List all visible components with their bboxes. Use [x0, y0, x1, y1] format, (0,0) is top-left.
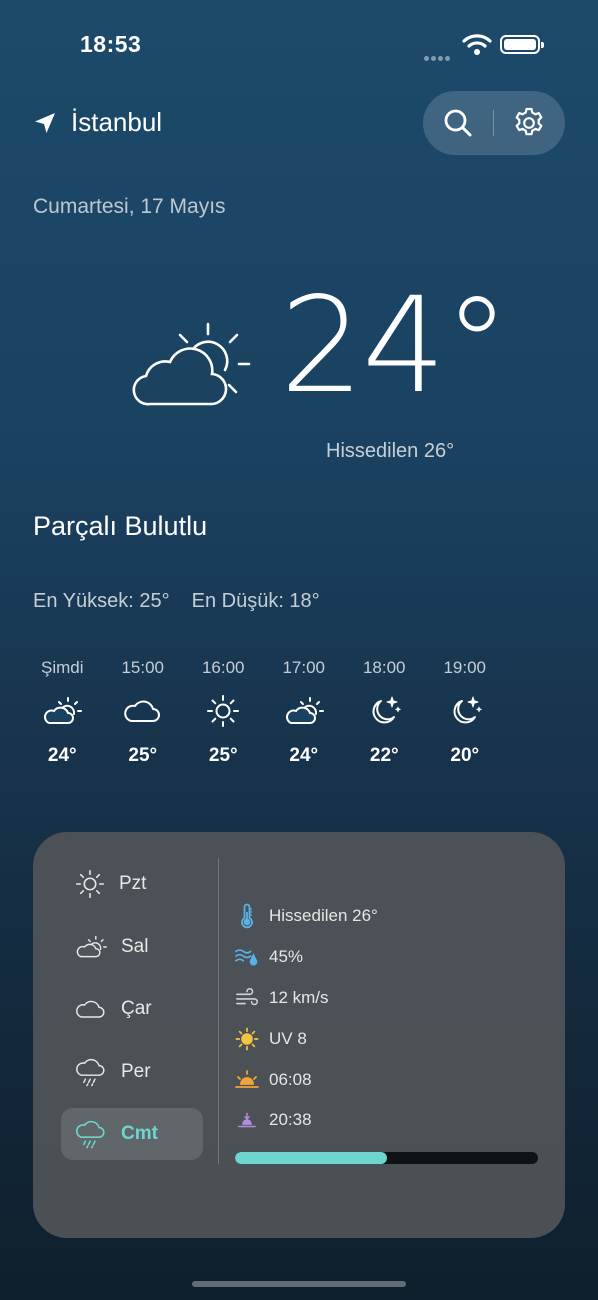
panel-divider	[218, 858, 219, 1164]
hourly-time: 18:00	[362, 658, 406, 677]
progress-fill	[235, 1152, 387, 1164]
detail-humidity: 45%	[235, 937, 541, 978]
hourly-item: 15:00 25°	[103, 655, 184, 767]
moon-stars-icon	[366, 689, 402, 733]
hourly-temp: 22°	[369, 745, 399, 766]
day-details: Hissedilen 26° 45% 12 km/s UV 8 06:08 20…	[235, 896, 541, 1141]
detail-text: 06:08	[269, 1069, 312, 1089]
battery-icon	[500, 35, 544, 54]
sunset-icon	[235, 1108, 259, 1132]
detail-sunrise: 06:08	[235, 1059, 541, 1100]
search-icon	[444, 109, 472, 137]
home-indicator[interactable]	[192, 1281, 406, 1287]
progress-track	[235, 1152, 538, 1164]
current-temperature: 24°	[280, 269, 510, 423]
hourly-temp: 20°	[450, 745, 480, 766]
detail-uv: UV 8	[235, 1018, 541, 1059]
search-button[interactable]	[423, 91, 493, 155]
hourly-temp: 25°	[128, 745, 158, 766]
cloud-icon	[123, 689, 163, 733]
rain-icon	[76, 1058, 105, 1086]
hourly-item: 18:00 22°	[344, 655, 425, 767]
detail-sunset: 20:38	[235, 1100, 541, 1141]
partly-cloudy-icon	[132, 322, 251, 406]
location-arrow-icon	[35, 112, 55, 133]
settings-button[interactable]	[494, 91, 564, 155]
location[interactable]: İstanbul	[33, 107, 162, 138]
current-date: Cumartesi, 17 Mayıs	[33, 195, 226, 218]
status-time: 18:53	[80, 31, 142, 57]
sun-icon	[75, 869, 105, 899]
status-bar: 18:53	[0, 0, 598, 90]
hourly-time: 16:00	[201, 658, 245, 677]
day-item-pzt[interactable]: Pzt	[61, 858, 203, 910]
rain-icon	[76, 1120, 105, 1149]
day-label: Pzt	[119, 873, 147, 894]
moon-stars-icon	[447, 689, 483, 733]
hourly-item: 17:00 24°	[264, 655, 345, 767]
hourly-time: 17:00	[282, 658, 326, 677]
day-label: Sal	[121, 935, 149, 957]
detail-text: 12 km/s	[269, 987, 329, 1007]
high-low: En Yüksek: 25° En Düşük: 18°	[33, 590, 320, 613]
hourly-temp: 24°	[47, 745, 77, 766]
detail-feels-like: Hissedilen 26°	[235, 896, 541, 937]
hourly-time: Şimdi	[40, 658, 84, 677]
partly-cloudy-icon	[284, 689, 324, 733]
humidity-icon	[235, 945, 259, 969]
uv-sun-icon	[235, 1027, 259, 1051]
daily-list: Pzt Sal Çar Per Cmt	[61, 858, 203, 1171]
hourly-temp: 25°	[208, 745, 238, 766]
day-item-car[interactable]: Çar	[61, 983, 203, 1035]
detail-text: 20:38	[269, 1110, 312, 1130]
gear-icon	[515, 107, 543, 136]
hourly-time: 19:00	[443, 658, 487, 677]
day-item-per[interactable]: Per	[61, 1046, 203, 1098]
forecast-panel: Pzt Sal Çar Per Cmt Hissedilen 26° 45% 1…	[33, 832, 565, 1238]
sunrise-icon	[235, 1068, 259, 1092]
partly-cloudy-icon	[76, 935, 107, 957]
hourly-item: 16:00 25°	[183, 655, 264, 767]
hourly-forecast: Şimdi 24° 15:00 25° 16:00 25° 17:00 24° …	[22, 655, 522, 767]
wifi-icon	[462, 34, 492, 55]
partly-cloudy-icon	[42, 689, 83, 733]
thermometer-icon	[235, 904, 259, 929]
hourly-time: 15:00	[121, 658, 165, 677]
low-temperature: En Düşük: 18°	[191, 590, 320, 612]
detail-text: 45%	[269, 947, 304, 967]
city-name: İstanbul	[71, 107, 163, 137]
wind-icon	[235, 986, 259, 1010]
day-label: Çar	[121, 998, 152, 1019]
signal-icon	[424, 48, 454, 61]
day-item-cmt[interactable]: Cmt	[61, 1108, 203, 1160]
detail-wind: 12 km/s	[235, 978, 541, 1019]
hourly-item: 19:00 20°	[425, 655, 506, 767]
detail-text: Hissedilen 26°	[269, 906, 378, 926]
header-actions	[423, 91, 565, 155]
cloud-icon	[76, 1000, 105, 1018]
feels-like: Hissedilen 26°	[326, 440, 455, 462]
hourly-temp: 24°	[289, 745, 319, 766]
day-label: Cmt	[121, 1123, 158, 1144]
weather-condition: Parçalı Bulutlu	[33, 511, 208, 541]
hourly-item: Şimdi 24°	[22, 655, 103, 767]
sun-icon	[206, 689, 240, 733]
day-label: Per	[121, 1060, 151, 1082]
detail-text: UV 8	[269, 1028, 307, 1048]
high-temperature: En Yüksek: 25°	[33, 590, 170, 612]
day-item-sal[interactable]: Sal	[61, 921, 203, 973]
